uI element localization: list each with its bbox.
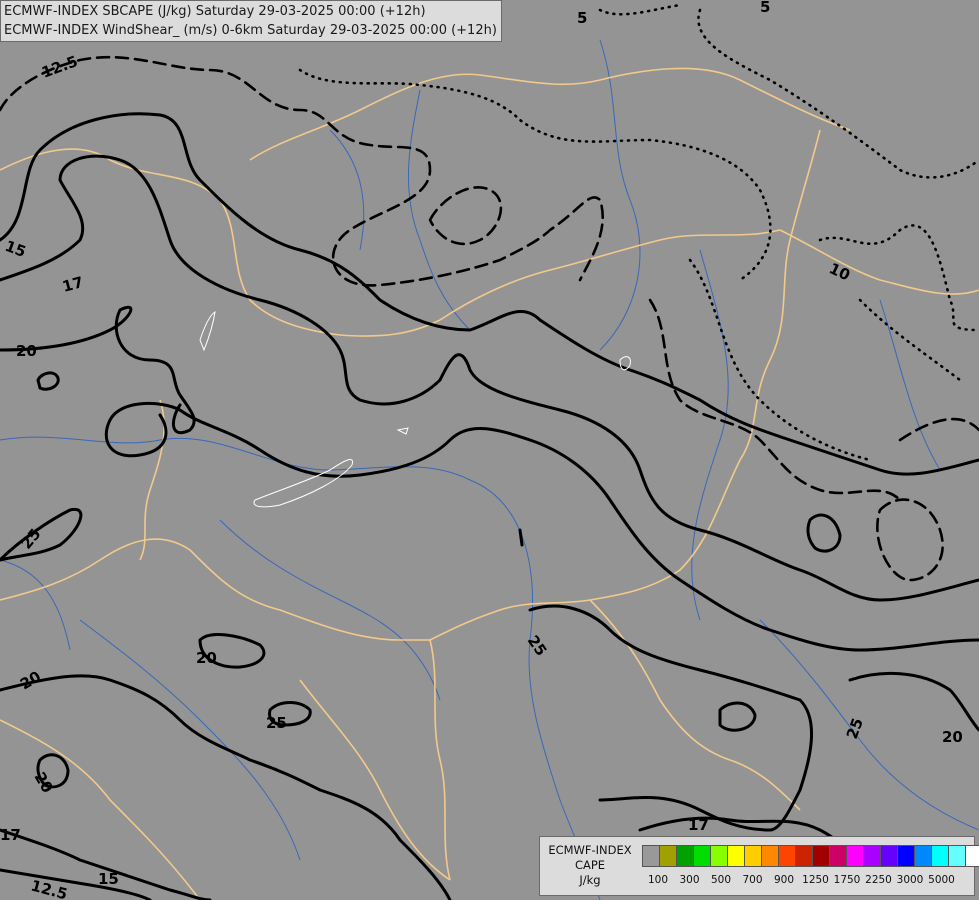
legend-tick-label: 1250 <box>802 874 829 886</box>
legend-swatch <box>931 845 949 867</box>
legend-ticks: 100 300 500 700 900 1250 1750 2250 3000 5000 <box>638 874 974 890</box>
map-background <box>0 0 979 900</box>
legend-swatch <box>829 845 847 867</box>
contour-label: 20 <box>16 342 37 360</box>
legend-tick-label: 900 <box>773 874 795 886</box>
map-canvas: 12.5 5 5 15 17 20 10 25 25 20 20 25 20 2… <box>0 0 979 900</box>
legend-caption-source: ECMWF-INDEX <box>548 843 632 857</box>
legend-caption: ECMWF-INDEX CAPE J/kg <box>542 843 638 888</box>
legend-swatch <box>965 845 979 867</box>
legend-caption-variable: CAPE <box>574 858 606 872</box>
map-title-windshear: ECMWF-INDEX WindShear_ (m/s) 0-6km Satur… <box>4 23 497 38</box>
legend-swatch <box>846 845 864 867</box>
legend-swatch <box>642 845 660 867</box>
weather-map: 12.5 5 5 15 17 20 10 25 25 20 20 25 20 2… <box>0 0 979 900</box>
legend-swatch <box>897 845 915 867</box>
contour-label: 5 <box>760 0 770 16</box>
contour-label: 5 <box>577 9 587 27</box>
legend-swatch <box>727 845 745 867</box>
legend-swatch <box>693 845 711 867</box>
legend-tick-label: 1750 <box>833 874 861 886</box>
contour-label: 17 <box>0 826 21 844</box>
map-title-cape: ECMWF-INDEX SBCAPE (J/kg) Saturday 29-03… <box>4 4 426 19</box>
legend-caption-unit: J/kg <box>579 873 601 887</box>
legend-tick-label: 2250 <box>865 874 892 886</box>
contour-label: 15 <box>98 870 119 888</box>
legend-tick-label: 3000 <box>896 874 924 886</box>
legend-swatch <box>744 845 762 867</box>
contour-label: 20 <box>942 728 963 746</box>
legend-tick-label: 5000 <box>928 874 955 886</box>
legend-swatch <box>795 845 813 867</box>
legend-swatch <box>659 845 677 867</box>
legend-tick-label: 500 <box>710 874 732 886</box>
legend-tick-label: 100 <box>647 874 669 886</box>
legend-swatch <box>812 845 830 867</box>
map-title-box: ECMWF-INDEX SBCAPE (J/kg) Saturday 29-03… <box>0 0 502 42</box>
legend-swatches <box>642 845 979 867</box>
legend-swatch <box>948 845 966 867</box>
legend-swatch <box>710 845 728 867</box>
legend-tick-label: 700 <box>742 874 763 886</box>
contour-small-center <box>518 528 524 547</box>
contour-label: 17 <box>688 816 709 834</box>
cape-legend: ECMWF-INDEX CAPE J/kg 100 300 500 700 900 125… <box>539 836 979 896</box>
legend-tick-label: 300 <box>679 874 700 886</box>
legend-swatch <box>676 845 694 867</box>
legend-swatch <box>880 845 898 867</box>
legend-swatch <box>863 845 881 867</box>
legend-swatch <box>761 845 779 867</box>
contour-label: 25 <box>266 714 287 732</box>
contour-label: 20 <box>196 649 217 667</box>
legend-swatch <box>914 845 932 867</box>
legend-swatch <box>778 845 796 867</box>
